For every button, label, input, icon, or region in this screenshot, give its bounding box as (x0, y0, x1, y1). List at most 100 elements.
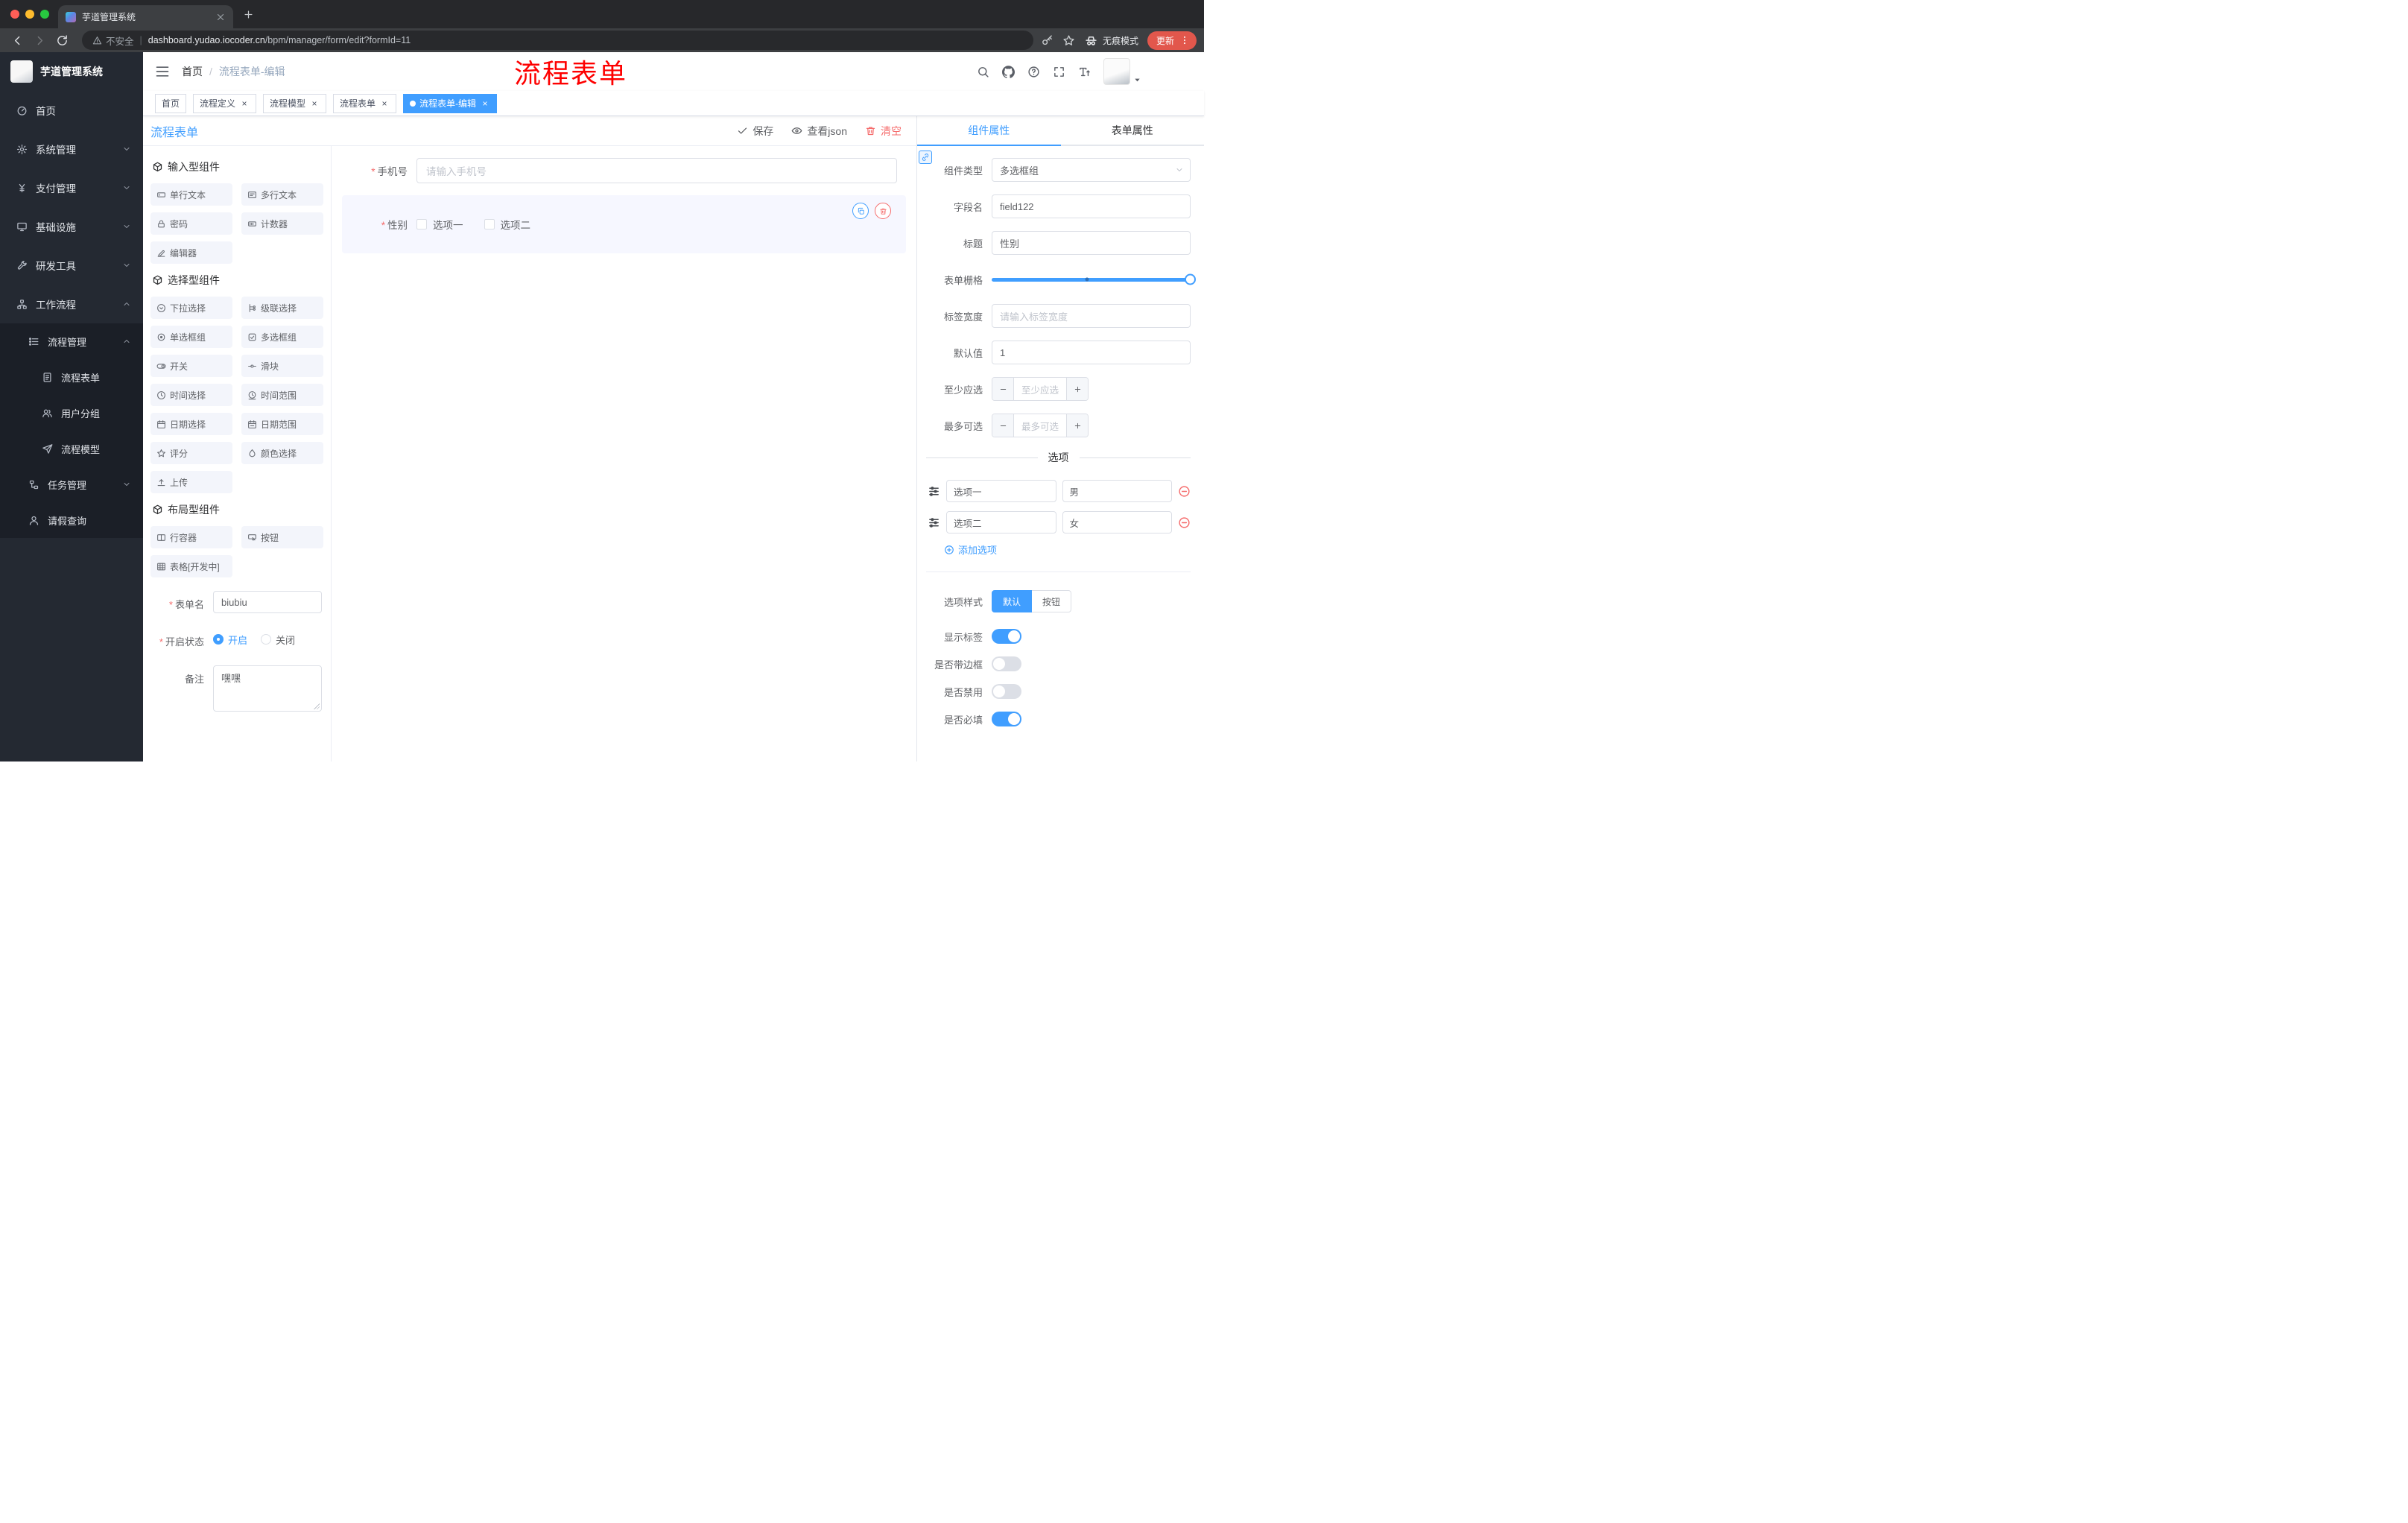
clear-button[interactable]: 清空 (865, 124, 902, 139)
tab-close-icon[interactable] (215, 12, 226, 22)
phone-input[interactable]: 请输入手机号 (416, 158, 897, 183)
canvas-component-phone[interactable]: 手机号 请输入手机号 (342, 158, 906, 183)
tag-close-icon[interactable]: × (379, 98, 390, 109)
sidebar-item-process-form[interactable]: 流程表单 (0, 359, 143, 395)
help-icon[interactable] (1027, 66, 1040, 78)
hamburger-icon[interactable] (155, 64, 170, 79)
sidebar-item-task-manage[interactable]: 任务管理 (0, 466, 143, 502)
palette-item[interactable]: 时间选择 (150, 384, 232, 406)
update-button[interactable]: 更新 (1147, 31, 1197, 50)
back-button[interactable] (7, 31, 27, 50)
palette-item[interactable]: 评分 (150, 442, 232, 464)
component-type-select[interactable]: 多选框组 (992, 158, 1191, 182)
palette-item[interactable]: 时间范围 (241, 384, 323, 406)
avatar[interactable] (1103, 58, 1130, 85)
option-name-input[interactable]: 选项二 (946, 511, 1056, 533)
increase-button[interactable] (1066, 414, 1088, 437)
form-name-input[interactable]: biubiu (213, 591, 322, 613)
view-json-button[interactable]: 查看json (791, 124, 847, 139)
palette-item[interactable]: 下拉选择 (150, 297, 232, 319)
palette-item[interactable]: 多选框组 (241, 326, 323, 348)
palette-item[interactable]: 滑块 (241, 355, 323, 377)
max-select-placeholder[interactable]: 最多可选 (1014, 414, 1066, 437)
palette-item[interactable]: 开关 (150, 355, 232, 377)
key-icon[interactable] (1041, 34, 1054, 47)
save-button[interactable]: 保存 (737, 124, 773, 139)
window-zoom-button[interactable] (40, 10, 49, 19)
github-icon[interactable] (1002, 65, 1015, 78)
breadcrumb-home[interactable]: 首页 (182, 64, 203, 79)
disabled-switch[interactable] (992, 684, 1021, 699)
palette-item[interactable]: 单选框组 (150, 326, 232, 348)
sidebar-item-system-manage[interactable]: 系统管理 (0, 130, 143, 168)
palette-item[interactable]: 上传 (150, 471, 232, 493)
user-menu[interactable] (1103, 58, 1141, 85)
gender-option-2-checkbox[interactable]: 选项二 (484, 217, 530, 232)
tab-form-props[interactable]: 表单属性 (1061, 116, 1205, 145)
sidebar-item-workflow[interactable]: 工作流程 (0, 285, 143, 323)
address-bar[interactable]: 不安全 | dashboard.yudao.iocoder.cn /bpm/ma… (82, 31, 1033, 50)
palette-item[interactable]: 单行文本 (150, 183, 232, 206)
window-close-button[interactable] (10, 10, 19, 19)
sidebar-item-process-model[interactable]: 流程模型 (0, 431, 143, 466)
tag-process-definition[interactable]: 流程定义 × (193, 93, 257, 113)
tag-home[interactable]: 首页 (155, 93, 187, 113)
min-select-placeholder[interactable]: 至少应选 (1014, 378, 1066, 400)
palette-item[interactable]: 日期选择 (150, 413, 232, 435)
palette-item[interactable]: 颜色选择 (241, 442, 323, 464)
style-option-1[interactable]: 默认 (992, 590, 1033, 612)
circle-minus-icon[interactable] (1178, 485, 1191, 498)
slider-handle[interactable] (1185, 273, 1196, 285)
circle-minus-icon[interactable] (1178, 516, 1191, 529)
browser-tab[interactable]: 芋道管理系统 (58, 5, 233, 28)
form-remark-textarea[interactable]: 嘿嘿 (213, 665, 322, 712)
status-on-radio[interactable]: 开启 (213, 633, 247, 647)
palette-item[interactable]: 多行文本 (241, 183, 323, 206)
reload-button[interactable] (52, 31, 72, 50)
option-value-input[interactable]: 男 (1062, 480, 1172, 502)
drag-option-icon[interactable] (928, 485, 940, 498)
option-value-input[interactable]: 女 (1062, 511, 1172, 533)
tag-close-icon[interactable]: × (480, 98, 490, 109)
sidebar-item-payment-manage[interactable]: 支付管理 (0, 168, 143, 207)
tag-close-icon[interactable]: × (309, 98, 320, 109)
option-name-input[interactable]: 选项一 (946, 480, 1056, 502)
gender-option-1-checkbox[interactable]: 选项一 (416, 217, 463, 232)
tag-process-form[interactable]: 流程表单 × (333, 93, 397, 113)
sidebar-item-infrastructure[interactable]: 基础设施 (0, 207, 143, 246)
sidebar-item-dev-tools[interactable]: 研发工具 (0, 246, 143, 285)
field-link-button[interactable] (919, 151, 932, 164)
with-border-switch[interactable] (992, 656, 1021, 671)
drag-option-icon[interactable] (928, 516, 940, 529)
palette-item[interactable]: 计数器 (241, 212, 323, 235)
delete-component-button[interactable] (875, 203, 891, 219)
browser-menu-icon[interactable] (1179, 35, 1190, 45)
show-label-switch[interactable] (992, 629, 1021, 644)
default-value-input[interactable]: 1 (992, 341, 1191, 364)
sidebar-item-user-group[interactable]: 用户分组 (0, 395, 143, 431)
font-size-icon[interactable] (1078, 66, 1091, 78)
decrease-button[interactable] (992, 378, 1014, 400)
tag-process-form-edit[interactable]: 流程表单-编辑 × (403, 93, 498, 113)
copy-component-button[interactable] (852, 203, 869, 219)
palette-item[interactable]: 日期范围 (241, 413, 323, 435)
window-minimize-button[interactable] (25, 10, 34, 19)
palette-item[interactable]: 行容器 (150, 526, 232, 548)
add-option-button[interactable]: 添加选项 (944, 542, 1191, 557)
status-off-radio[interactable]: 关闭 (261, 633, 295, 647)
style-option-2[interactable]: 按钮 (1032, 590, 1072, 612)
increase-button[interactable] (1066, 378, 1088, 400)
palette-item[interactable]: 级联选择 (241, 297, 323, 319)
bookmark-star-icon[interactable] (1062, 34, 1075, 47)
grid-slider[interactable] (992, 267, 1196, 291)
decrease-button[interactable] (992, 414, 1014, 437)
fullscreen-icon[interactable] (1053, 66, 1065, 78)
tab-component-props[interactable]: 组件属性 (917, 116, 1061, 146)
field-name-input[interactable]: field122 (992, 194, 1191, 218)
label-width-input[interactable]: 请输入标签宽度 (992, 304, 1191, 328)
search-icon[interactable] (977, 66, 989, 78)
title-input[interactable]: 性别 (992, 231, 1191, 255)
sidebar-item-leave-query[interactable]: 请假查询 (0, 502, 143, 538)
new-tab-button[interactable] (238, 4, 259, 25)
sidebar-item-process-manage[interactable]: 流程管理 (0, 323, 143, 359)
